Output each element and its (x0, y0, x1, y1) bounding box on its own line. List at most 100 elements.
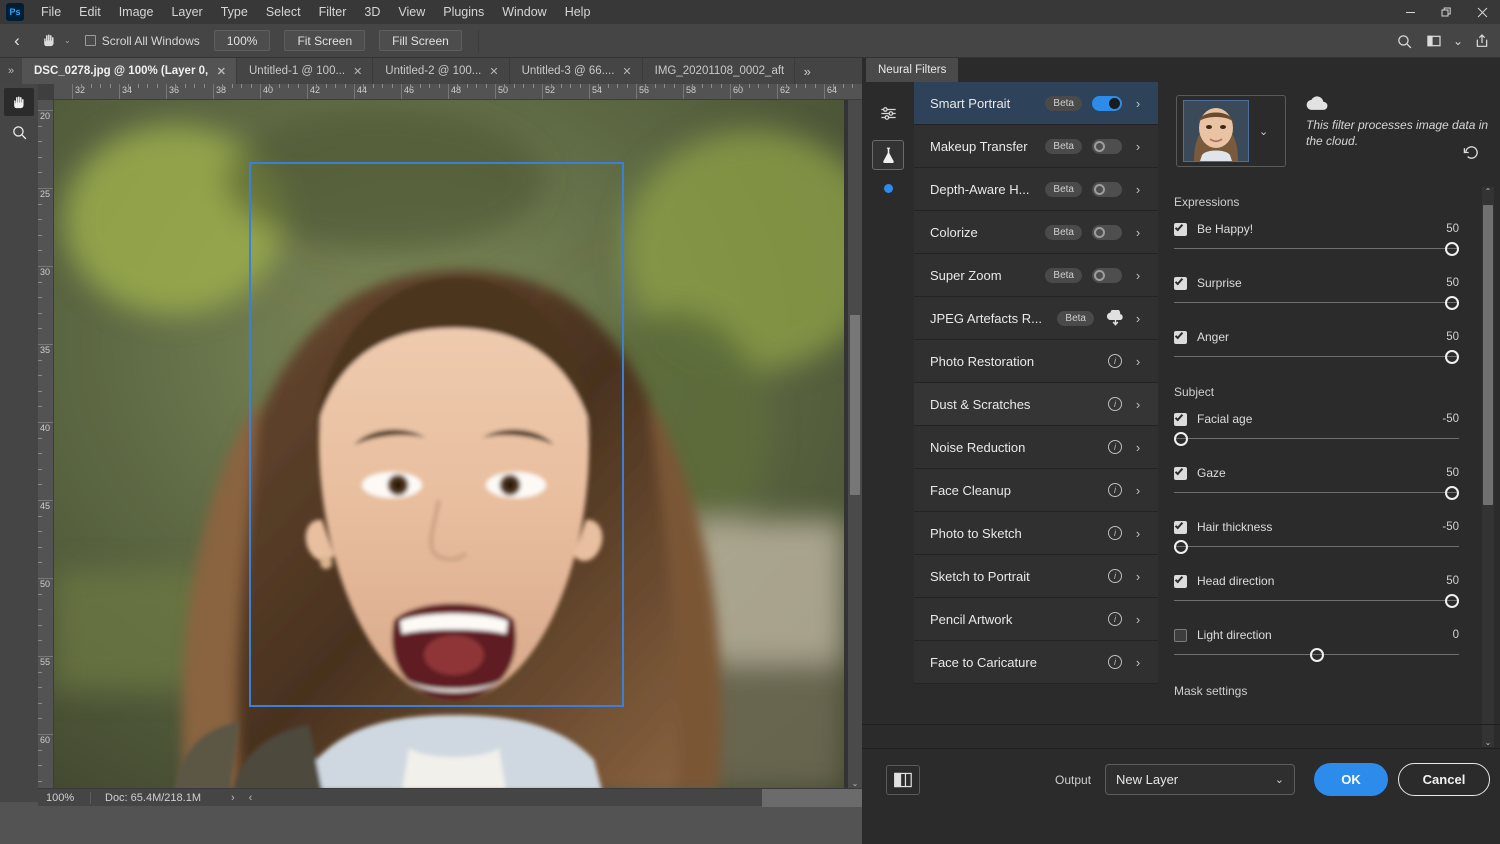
filter-row-jpeg-artefacts-r[interactable]: JPEG Artefacts R... Beta › (914, 297, 1158, 340)
filter-row-photo-restoration[interactable]: Photo Restoration i › (914, 340, 1158, 383)
status-expand-arrow-icon[interactable]: › (231, 792, 235, 804)
filter-row-depth-aware-h[interactable]: Depth-Aware H... Beta › (914, 168, 1158, 211)
minimize-button[interactable] (1392, 0, 1428, 24)
horizontal-ruler[interactable]: 32 34 36 38 40 42 44 46 48 50 52 54 56 58 60 62 64 (54, 84, 862, 100)
slider-track[interactable] (1174, 431, 1459, 447)
chevron-right-icon[interactable]: › (1132, 96, 1144, 111)
menu-file[interactable]: File (32, 0, 70, 24)
info-icon[interactable]: i (1108, 483, 1122, 497)
filter-row-pencil-artwork[interactable]: Pencil Artwork i › (914, 598, 1158, 641)
filter-row-photo-to-sketch[interactable]: Photo to Sketch i › (914, 512, 1158, 555)
filter-row-face-cleanup[interactable]: Face Cleanup i › (914, 469, 1158, 512)
output-select[interactable]: New Layer ⌄ (1105, 764, 1295, 795)
slider-checkbox[interactable] (1174, 330, 1187, 344)
filter-toggle[interactable] (1092, 181, 1122, 197)
document-tab[interactable]: Untitled-1 @ 100... ✕ (237, 58, 374, 84)
chevron-right-icon[interactable]: › (1132, 354, 1144, 369)
filter-row-dust-scratches[interactable]: Dust & Scratches i › (914, 383, 1158, 426)
info-icon[interactable]: i (1108, 569, 1122, 583)
slider-checkbox[interactable] (1174, 628, 1187, 642)
cancel-button[interactable]: Cancel (1398, 763, 1490, 796)
chevron-right-icon[interactable]: › (1132, 225, 1144, 240)
close-tab-icon[interactable]: ✕ (489, 65, 498, 78)
chevron-right-icon[interactable]: › (1132, 440, 1144, 455)
menu-3d[interactable]: 3D (355, 0, 389, 24)
menu-help[interactable]: Help (556, 0, 600, 24)
ok-button[interactable]: OK (1314, 763, 1388, 796)
hand-tool-button[interactable] (4, 88, 34, 116)
all-filters-icon[interactable] (872, 98, 904, 128)
info-icon[interactable]: i (1108, 526, 1122, 540)
search-icon[interactable] (1390, 27, 1418, 55)
chevron-right-icon[interactable]: › (1132, 268, 1144, 283)
tabbar-overflow-icon[interactable]: » (795, 58, 819, 84)
slider-track[interactable] (1174, 539, 1459, 555)
chevron-right-icon[interactable]: › (1132, 569, 1144, 584)
document-tab[interactable]: IMG_20201108_0002_aft (642, 58, 796, 84)
filter-toggle[interactable] (1092, 95, 1122, 111)
settings-scrollbar[interactable]: ⌃ ⌄ (1482, 187, 1494, 747)
document-photo[interactable] (54, 100, 844, 790)
share-icon[interactable] (1468, 27, 1496, 55)
reset-icon[interactable] (1463, 145, 1480, 164)
filter-toggle[interactable] (1092, 267, 1122, 283)
face-selection-rectangle[interactable] (249, 162, 624, 707)
preview-toggle-button[interactable] (886, 765, 920, 795)
close-button[interactable] (1464, 0, 1500, 24)
filter-row-noise-reduction[interactable]: Noise Reduction i › (914, 426, 1158, 469)
menu-image[interactable]: Image (110, 0, 163, 24)
filter-row-super-zoom[interactable]: Super Zoom Beta › (914, 254, 1158, 297)
slider-checkbox[interactable] (1174, 276, 1187, 290)
menu-edit[interactable]: Edit (70, 0, 110, 24)
slider-checkbox[interactable] (1174, 466, 1187, 480)
zoom-tool-button[interactable] (4, 118, 34, 146)
info-icon[interactable]: i (1108, 655, 1122, 669)
chevron-right-icon[interactable]: › (1132, 311, 1144, 326)
info-icon[interactable]: i (1108, 612, 1122, 626)
zoom-100-button[interactable]: 100% (213, 30, 271, 51)
cloud-download-icon[interactable] (1104, 309, 1126, 327)
close-tab-icon[interactable]: ✕ (622, 65, 631, 78)
slider-handle[interactable] (1445, 242, 1459, 256)
chevron-right-icon[interactable]: › (1132, 397, 1144, 412)
filter-toggle[interactable] (1092, 224, 1122, 240)
face-preview-chevron-icon[interactable]: ⌄ (1259, 125, 1268, 138)
menu-type[interactable]: Type (212, 0, 257, 24)
hand-tool-icon[interactable] (34, 24, 64, 58)
slider-checkbox[interactable] (1174, 574, 1187, 588)
status-scroll-track[interactable] (762, 789, 862, 807)
workspace-icon[interactable] (1420, 27, 1448, 55)
menu-select[interactable]: Select (257, 0, 310, 24)
slider-handle[interactable] (1445, 350, 1459, 364)
settings-scroll-thumb[interactable] (1483, 205, 1493, 505)
close-tab-icon[interactable]: ✕ (353, 65, 362, 78)
slider-handle[interactable] (1445, 594, 1459, 608)
face-preview-thumbnail[interactable] (1183, 100, 1249, 162)
slider-track[interactable] (1174, 647, 1459, 663)
slider-track[interactable] (1174, 349, 1459, 365)
canvas-viewport[interactable]: ⌄ (54, 100, 862, 802)
filter-row-colorize[interactable]: Colorize Beta › (914, 211, 1158, 254)
filter-toggle[interactable] (1092, 138, 1122, 154)
slider-checkbox[interactable] (1174, 412, 1187, 426)
document-tab[interactable]: Untitled-3 @ 66.... ✕ (509, 58, 643, 84)
scroll-down-arrow-icon[interactable]: ⌄ (1482, 738, 1494, 747)
filter-row-makeup-transfer[interactable]: Makeup Transfer Beta › (914, 125, 1158, 168)
info-icon[interactable]: i (1108, 397, 1122, 411)
slider-handle[interactable] (1445, 486, 1459, 500)
neural-filters-tab[interactable]: Neural Filters (866, 58, 959, 82)
menu-plugins[interactable]: Plugins (434, 0, 493, 24)
scroll-all-windows-checkbox[interactable]: Scroll All Windows (84, 34, 200, 48)
slider-handle[interactable] (1174, 540, 1188, 554)
status-zoom-level[interactable]: 100% (38, 792, 90, 804)
chevron-right-icon[interactable]: › (1132, 526, 1144, 541)
tool-preset-caret-icon[interactable]: ⌄ (64, 36, 71, 45)
chevron-right-icon[interactable]: › (1132, 655, 1144, 670)
chevron-right-icon[interactable]: › (1132, 182, 1144, 197)
chevron-right-icon[interactable]: › (1132, 483, 1144, 498)
slider-handle[interactable] (1445, 296, 1459, 310)
menu-filter[interactable]: Filter (310, 0, 356, 24)
slider-checkbox[interactable] (1174, 520, 1187, 534)
chevron-right-icon[interactable]: › (1132, 612, 1144, 627)
neural-filters-list[interactable]: Smart Portrait Beta › Makeup Transfer Beta › D… (914, 82, 1158, 748)
